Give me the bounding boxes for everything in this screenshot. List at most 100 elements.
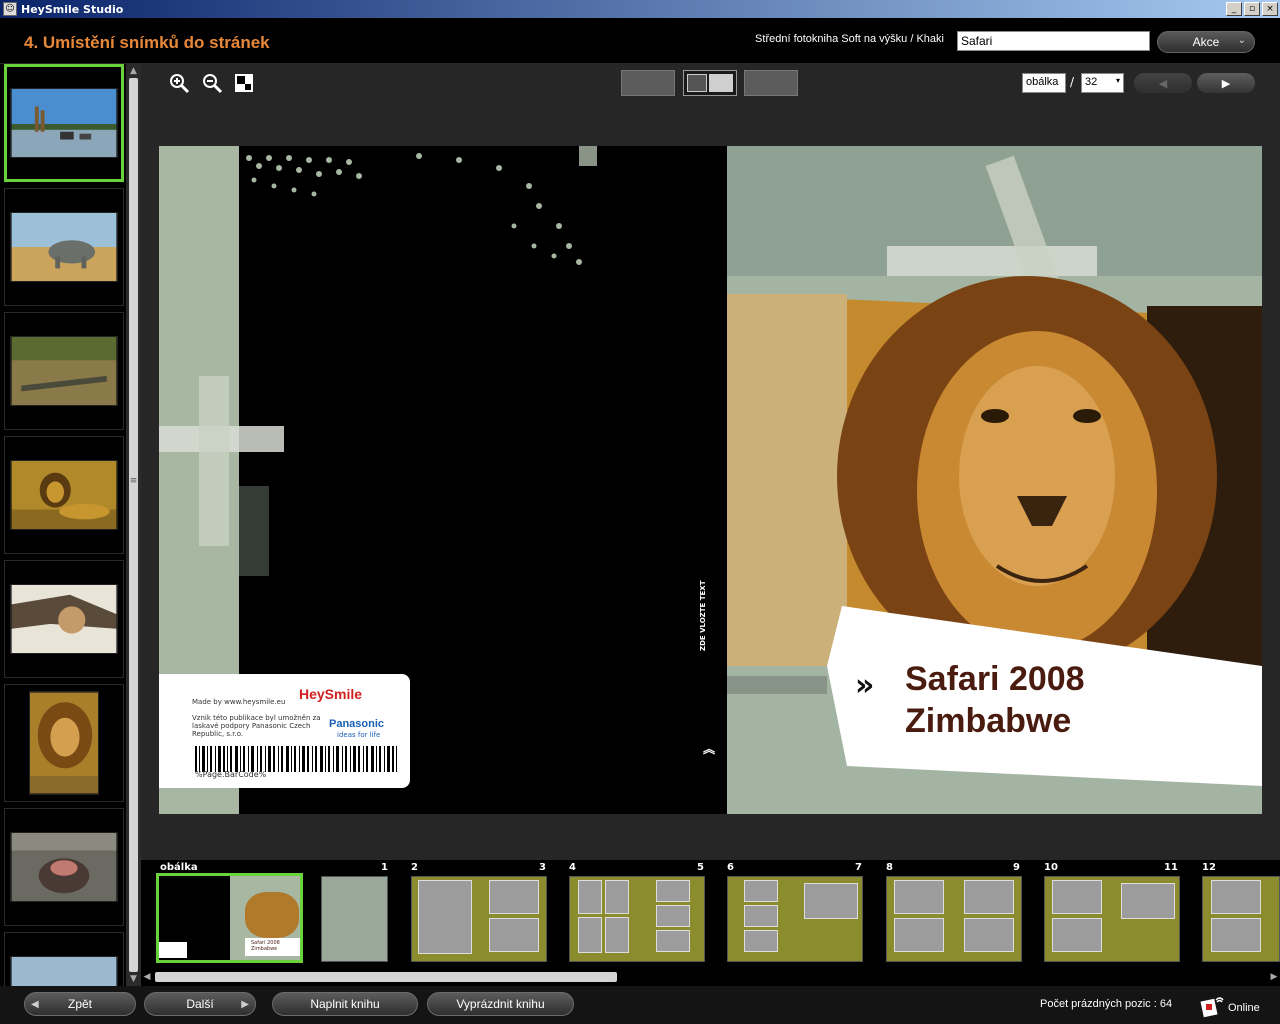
scrollbar-thumb[interactable] — [155, 972, 617, 982]
minimize-button[interactable]: _ — [1226, 2, 1242, 16]
text-placeholder-vertical[interactable]: ZDE VLOZTE TEXT — [699, 581, 707, 651]
next-label: Další — [186, 997, 214, 1011]
photo-slot[interactable] — [489, 918, 539, 952]
fit-page-icon[interactable] — [231, 70, 257, 96]
scroll-right-icon[interactable]: ▶ — [1268, 970, 1280, 984]
panasonic-logo: Panasonic — [329, 718, 385, 730]
book-spread: Made by www.heysmile.eu Vznik této publi… — [159, 146, 1262, 814]
filmstrip-spread-12[interactable] — [1202, 876, 1280, 962]
back-button[interactable]: ◀ Zpět — [24, 992, 136, 1016]
view-single-left-button[interactable] — [621, 70, 675, 96]
photo-slot[interactable] — [744, 880, 778, 902]
photo-list-scrollbar[interactable]: ▲ ≡ ▼ — [126, 64, 141, 986]
footer: ◀ Zpět Další ▶ Naplnit knihu Vyprázdnit … — [0, 986, 1280, 1024]
photo-slot[interactable] — [1052, 880, 1102, 914]
actions-dropdown[interactable]: Akce ⌄ — [1157, 31, 1255, 53]
photo-slot[interactable] — [605, 917, 629, 953]
filmstrip-cover-label: obálka — [160, 862, 198, 873]
filmstrip-page-label: 7 — [855, 862, 862, 873]
page-filmstrip: obálka Safari 2008 Zimbabwe 1 2 3 4 5 6 … — [141, 860, 1280, 986]
photo-slot[interactable] — [1052, 918, 1102, 952]
photo-slot[interactable] — [489, 880, 539, 914]
photo-slot[interactable] — [1211, 918, 1261, 952]
page-editor: obálka / 32 ▾ ◀ ▶ Made by www.heysmile.e… — [141, 64, 1280, 860]
photo-slot[interactable] — [578, 880, 602, 914]
scroll-left-icon[interactable]: ◀ — [141, 970, 153, 984]
filmstrip-page-label: 9 — [1013, 862, 1020, 873]
next-page-button[interactable]: ▶ — [1197, 73, 1255, 93]
back-label: Zpět — [67, 997, 92, 1011]
online-status: Online — [1228, 1002, 1260, 1014]
cover-title-line2: Zimbabwe — [905, 702, 1072, 740]
photo-slot[interactable] — [578, 917, 602, 953]
photo-slot[interactable] — [804, 883, 858, 919]
filmstrip-spread-10-11[interactable] — [1044, 876, 1180, 962]
photo-slot[interactable] — [894, 918, 944, 952]
photo-thumb[interactable] — [4, 808, 124, 926]
filmstrip-cover-title: Safari 2008 Zimbabwe — [245, 938, 300, 956]
filmstrip-scrollbar[interactable]: ◀ ▶ — [141, 970, 1280, 984]
photo-slot[interactable] — [894, 880, 944, 914]
previous-page-button[interactable]: ◀ — [1134, 73, 1192, 93]
photo-slot[interactable] — [744, 930, 778, 952]
arrow-right-icon: ▶ — [1221, 76, 1231, 90]
filmstrip-page-label: 10 — [1044, 862, 1058, 873]
zoom-in-icon[interactable] — [166, 70, 192, 96]
photo-thumb[interactable] — [4, 436, 124, 554]
page-total: 32 — [1085, 76, 1098, 88]
photo-thumb[interactable] — [4, 684, 124, 802]
photo-thumb[interactable] — [4, 312, 124, 430]
photo-slot[interactable] — [744, 905, 778, 927]
photo-slot[interactable] — [605, 880, 629, 914]
photo-thumb[interactable] — [4, 560, 124, 678]
photo-slot[interactable] — [656, 905, 690, 927]
filmstrip-spread-6-7[interactable] — [727, 876, 863, 962]
scroll-up-icon[interactable]: ▲ — [126, 64, 141, 78]
photo-slot[interactable] — [1121, 883, 1175, 919]
photo-thumb[interactable] — [4, 64, 124, 182]
page-total-dropdown[interactable]: 32 ▾ — [1081, 73, 1124, 93]
page-separator: / — [1070, 75, 1075, 89]
scrollbar-thumb[interactable] — [129, 78, 138, 972]
filmstrip-cover-spread[interactable]: Safari 2008 Zimbabwe — [156, 873, 303, 963]
photo-slot[interactable] — [656, 930, 690, 952]
filmstrip-page-label: 12 — [1202, 862, 1216, 873]
zoom-out-icon[interactable] — [199, 70, 225, 96]
cover-title[interactable]: Safari 2008 Zimbabwe — [905, 658, 1085, 742]
maximize-button[interactable]: ▫ — [1244, 2, 1260, 16]
scroll-down-icon[interactable]: ▼ — [126, 972, 141, 986]
photo-slot[interactable] — [964, 880, 1014, 914]
view-spread-button[interactable] — [683, 70, 737, 96]
photo-lioness-tree — [10, 584, 118, 654]
filmstrip-spread-4-5[interactable] — [569, 876, 705, 962]
photo-thumb[interactable] — [4, 932, 124, 986]
photo-slot[interactable] — [656, 880, 690, 902]
photo-slot[interactable] — [1211, 880, 1261, 914]
filmstrip-page-1[interactable] — [321, 876, 388, 962]
next-button[interactable]: Další ▶ — [144, 992, 256, 1016]
filmstrip-page-label: 1 — [381, 862, 388, 873]
photo-thumb[interactable] — [4, 188, 124, 306]
book-name-input[interactable] — [957, 31, 1150, 51]
barcode-placeholder-text: %Page.BarCode% — [195, 770, 267, 779]
header: 4. Umístění snímků do stránek Střední fo… — [0, 18, 1280, 64]
page-selector[interactable]: obálka — [1022, 73, 1066, 93]
photo-lion-lying — [10, 460, 118, 530]
filmstrip-spread-8-9[interactable] — [886, 876, 1022, 962]
view-single-right-button[interactable] — [744, 70, 798, 96]
close-button[interactable]: × — [1262, 2, 1278, 16]
filmstrip-page-label: 8 — [886, 862, 893, 873]
double-chevron-icon: » — [855, 668, 875, 703]
photo-slot[interactable] — [418, 880, 472, 954]
filmstrip-page-label: 5 — [697, 862, 704, 873]
actions-label: Akce — [1192, 35, 1220, 49]
arrow-right-icon: ▶ — [241, 998, 249, 1010]
empty-book-button[interactable]: Vyprázdnit knihu — [427, 992, 574, 1016]
step-title: 4. Umístění snímků do stránek — [24, 33, 270, 52]
photo-slot[interactable] — [964, 918, 1014, 952]
cover-title-line1: Safari 2008 — [905, 660, 1085, 698]
fill-book-button[interactable]: Naplnit knihu — [272, 992, 418, 1016]
front-cover[interactable]: » Safari 2008 Zimbabwe — [727, 146, 1262, 814]
back-cover[interactable]: Made by www.heysmile.eu Vznik této publi… — [159, 146, 727, 814]
filmstrip-spread-2-3[interactable] — [411, 876, 547, 962]
